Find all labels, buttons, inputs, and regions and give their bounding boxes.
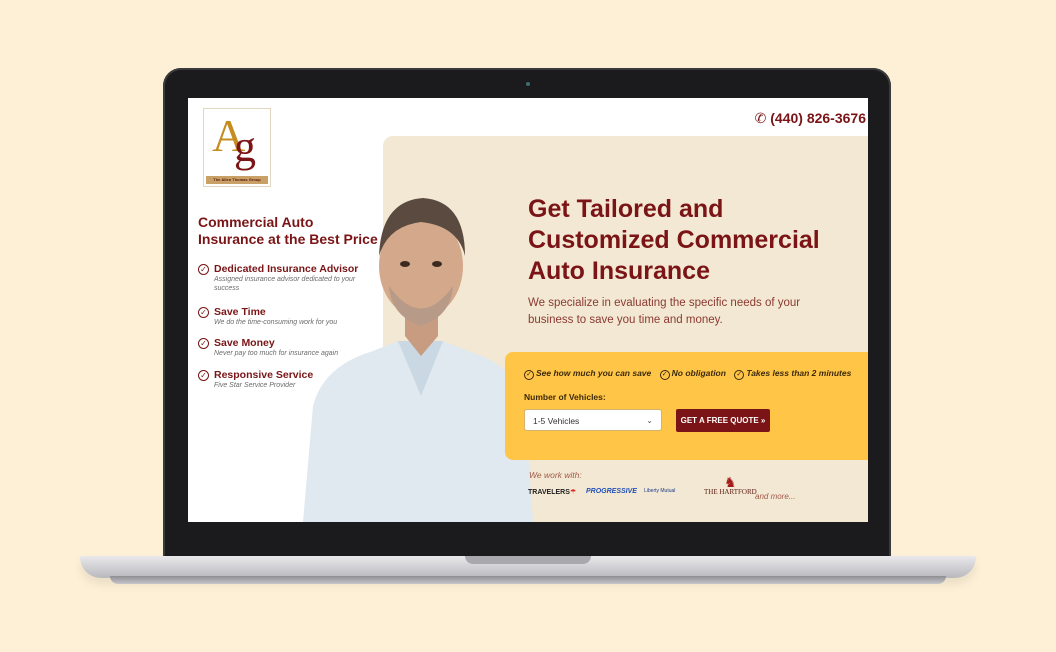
hartford-logo: ♞ THE HARTFORD [704, 476, 757, 497]
quote-form: ✓ See how much you can save ✓ No obligatio… [505, 352, 868, 460]
hero-person-photo [303, 198, 533, 522]
check-icon: ✓ [734, 370, 745, 380]
stag-icon: ♞ [724, 476, 737, 491]
perk-item: ✓ See how much you can save [524, 368, 651, 380]
camera-icon [526, 82, 530, 86]
logo-caption: The Allen Thomas Group [206, 176, 268, 184]
phone-icon: ✆ [754, 110, 767, 126]
perks-row: ✓ See how much you can save ✓ No obligatio… [524, 368, 857, 380]
get-quote-button[interactable]: GET A FREE QUOTE » [676, 409, 770, 432]
vehicles-select[interactable]: 1-5 Vehicles ⌄ [524, 409, 662, 431]
chevron-down-icon: ⌄ [646, 416, 653, 425]
check-icon: ✓ [524, 370, 534, 380]
perk-item: ✓ No obligation [659, 368, 726, 380]
laptop-base-shadow [110, 576, 946, 584]
partners-label: We work with: [529, 470, 582, 480]
laptop-notch [465, 556, 591, 564]
check-icon: ✓ [198, 307, 209, 318]
vehicles-select-value: 1-5 Vehicles [533, 416, 580, 426]
check-icon: ✓ [659, 370, 670, 380]
check-icon: ✓ [198, 338, 209, 349]
and-more-text: and more... [755, 492, 796, 501]
travelers-logo: TRAVELERS☂ [528, 489, 577, 496]
check-icon: ✓ [198, 370, 209, 381]
phone-link[interactable]: ✆ (440) 826-3676 [755, 110, 866, 127]
perk-item: ✓ Takes less than 2 minutes [734, 368, 851, 380]
logo-monogram-g: g [234, 122, 256, 171]
hero-headline: Get Tailored and Customized Commercial A… [528, 195, 820, 285]
phone-number: (440) 826-3676 [770, 110, 866, 126]
check-icon: ✓ [198, 264, 209, 275]
liberty-mutual-logo: Liberty Mutual [644, 488, 676, 494]
vehicles-label: Number of Vehicles: [524, 392, 606, 402]
hero-subtext: We specialize in evaluating the specific… [528, 297, 801, 326]
laptop-screen: A g The Allen Thomas Group ✆ (440) 826-3… [188, 98, 868, 522]
progressive-logo: PROGRESSIVE [586, 488, 637, 495]
company-logo[interactable]: A g The Allen Thomas Group [203, 108, 271, 187]
umbrella-icon: ☂ [569, 489, 577, 496]
